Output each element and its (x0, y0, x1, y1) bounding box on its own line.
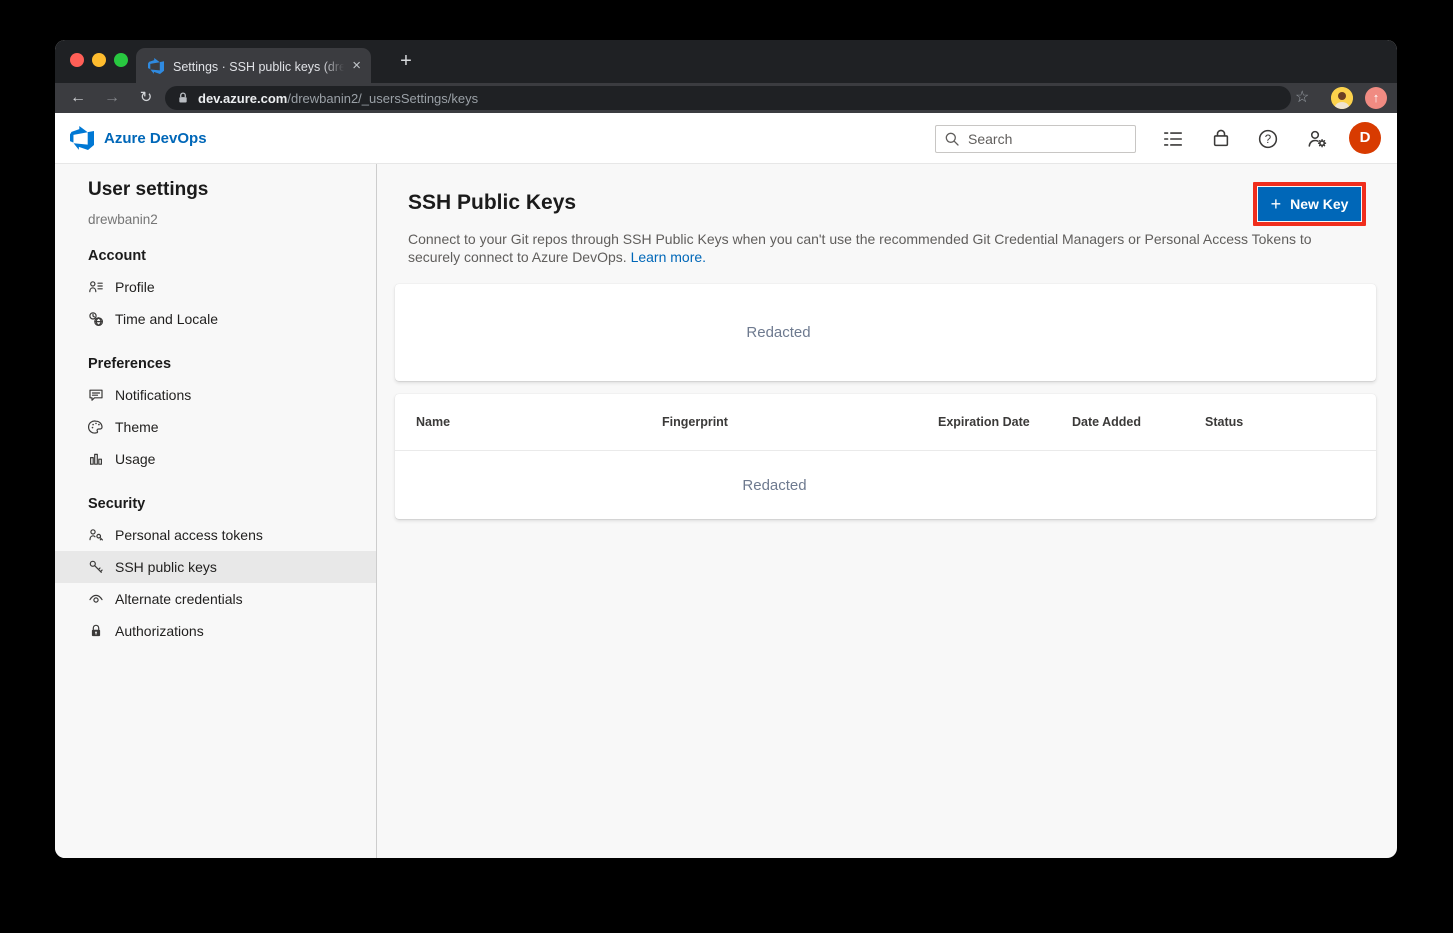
user-avatar[interactable]: D (1349, 122, 1381, 154)
zoom-window-button[interactable] (114, 53, 128, 67)
ssh-public-keys-icon (88, 559, 104, 575)
sidebar-item-label: Theme (115, 419, 159, 435)
column-header-expiration-date: Expiration Date (938, 415, 1072, 429)
chrome-profile-avatar[interactable] (1331, 87, 1353, 109)
lock-icon (176, 91, 190, 105)
redacted-text: Redacted (746, 324, 810, 341)
sidebar-item-notifications[interactable]: Notifications (55, 379, 376, 411)
sidebar-item-personal-access-tokens[interactable]: Personal access tokens (55, 519, 376, 551)
url-path: /drewbanin2/_usersSettings/keys (287, 91, 478, 106)
redacted-text: Redacted (742, 477, 806, 494)
description-text: Connect to your Git repos through SSH Pu… (408, 231, 1312, 265)
app-header: Azure DevOps (55, 113, 1397, 164)
minimize-window-button[interactable] (92, 53, 106, 67)
search-box[interactable] (935, 125, 1136, 153)
section-label-preferences: Preferences (55, 356, 376, 372)
brand-label: Azure DevOps (104, 130, 207, 147)
search-icon (944, 131, 960, 147)
forward-icon[interactable]: → (100, 86, 124, 110)
sidebar-item-label: Personal access tokens (115, 527, 263, 543)
sidebar-item-usage[interactable]: Usage (55, 443, 376, 475)
section-label-security: Security (55, 496, 376, 512)
browser-tab[interactable]: Settings · SSH public keys (dre × (136, 48, 371, 83)
tab-title-fade (322, 58, 348, 74)
tab-title-wrap: Settings · SSH public keys (dre (173, 58, 348, 74)
ssh-keys-table-card: Name Fingerprint Expiration Date Date Ad… (395, 394, 1376, 519)
sidebar-item-alternate-credentials[interactable]: Alternate credentials (55, 583, 376, 615)
time-locale-icon (88, 311, 104, 327)
plus-icon: + (1271, 195, 1282, 213)
sidebar-item-label: SSH public keys (115, 559, 217, 575)
reload-icon[interactable]: ↻ (134, 86, 158, 110)
close-window-button[interactable] (70, 53, 84, 67)
tab-close-icon[interactable]: × (352, 58, 361, 73)
sidebar-item-theme[interactable]: Theme (55, 411, 376, 443)
sidebar-item-authorizations[interactable]: Authorizations (55, 615, 376, 647)
alternate-credentials-icon (88, 591, 104, 607)
section-label-account: Account (55, 248, 376, 264)
browser-update-icon[interactable]: ↑ (1365, 87, 1387, 109)
url-text: dev.azure.com/drewbanin2/_usersSettings/… (198, 91, 478, 106)
main-title: SSH Public Keys (408, 190, 1397, 216)
redacted-banner-card: Redacted (395, 284, 1376, 381)
sidebar-item-label: Notifications (115, 387, 191, 403)
table-header-row: Name Fingerprint Expiration Date Date Ad… (395, 394, 1376, 451)
help-glyph: ? (1265, 134, 1271, 146)
url-domain: dev.azure.com (198, 91, 287, 106)
main-content: SSH Public Keys + New Key Connect to you… (377, 164, 1397, 858)
page-body: User settings drewbanin2 Account Profile… (55, 164, 1397, 858)
annotation-highlight: + New Key (1253, 182, 1366, 226)
column-header-status: Status (1205, 415, 1376, 429)
learn-more-link[interactable]: Learn more. (631, 249, 706, 265)
back-icon[interactable]: ← (66, 86, 90, 110)
sidebar: User settings drewbanin2 Account Profile… (55, 164, 377, 858)
tab-title: Settings · SSH public keys (dre (173, 60, 346, 74)
account-name: drewbanin2 (55, 212, 376, 227)
sidebar-item-label: Profile (115, 279, 155, 295)
marketplace-bag-icon[interactable] (1210, 128, 1232, 150)
brand[interactable]: Azure DevOps (70, 126, 207, 150)
table-body: Redacted (395, 451, 1376, 519)
sidebar-item-time-and-locale[interactable]: Time and Locale (55, 303, 376, 335)
azure-devops-favicon (148, 58, 164, 74)
azure-devops-logo (70, 126, 94, 150)
sidebar-item-ssh-public-keys[interactable]: SSH public keys (55, 551, 376, 583)
sidebar-item-profile[interactable]: Profile (55, 271, 376, 303)
page-description: Connect to your Git repos through SSH Pu… (408, 230, 1345, 266)
sidebar-item-label: Usage (115, 451, 155, 467)
column-header-fingerprint: Fingerprint (662, 415, 938, 429)
new-key-button[interactable]: + New Key (1258, 187, 1361, 221)
search-input[interactable] (968, 131, 1118, 147)
usage-chart-icon (88, 451, 104, 467)
traffic-lights (70, 53, 128, 67)
column-header-name: Name (416, 415, 662, 429)
theme-palette-icon (88, 419, 104, 435)
tab-strip: Settings · SSH public keys (dre × + (55, 40, 1397, 83)
user-settings-gear-icon[interactable] (1306, 128, 1328, 150)
personal-access-tokens-icon (88, 527, 104, 543)
sidebar-item-label: Authorizations (115, 623, 204, 639)
help-icon[interactable]: ? (1257, 128, 1279, 150)
page-title: User settings (55, 179, 376, 201)
profile-avatar-figure (1331, 87, 1353, 109)
browser-toolbar: ← → ↻ dev.azure.com/drewbanin2/_usersSet… (55, 83, 1397, 113)
new-key-label: New Key (1290, 196, 1348, 212)
authorizations-lock-icon (88, 623, 104, 639)
profile-icon (88, 279, 104, 295)
bookmark-star-icon[interactable]: ☆ (1295, 87, 1309, 107)
column-header-date-added: Date Added (1072, 415, 1205, 429)
address-bar[interactable]: dev.azure.com/drewbanin2/_usersSettings/… (165, 86, 1291, 110)
sidebar-item-label: Alternate credentials (115, 591, 243, 607)
screenshot-stage: Settings · SSH public keys (dre × + ← → … (0, 0, 1453, 933)
notifications-icon (88, 387, 104, 403)
browser-window: Settings · SSH public keys (dre × + ← → … (55, 40, 1397, 858)
sidebar-item-label: Time and Locale (115, 311, 218, 327)
new-tab-button[interactable]: + (393, 49, 419, 75)
work-items-icon[interactable] (1162, 128, 1184, 150)
